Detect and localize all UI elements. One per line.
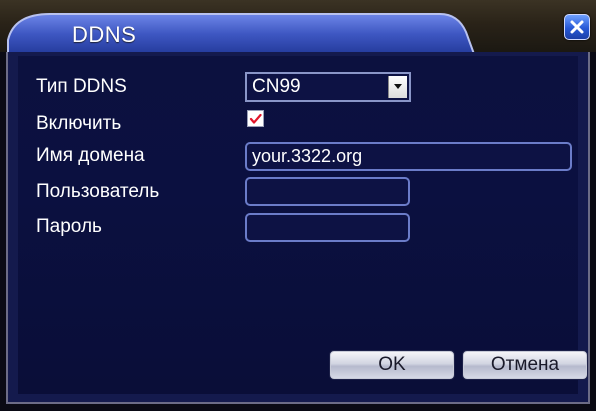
enable-checkbox[interactable] — [247, 110, 264, 127]
ddns-type-label: Тип DDNS — [36, 76, 127, 97]
ok-button[interactable]: OK — [330, 351, 454, 379]
user-input[interactable] — [245, 177, 410, 206]
ddns-window: DDNS Тип DDNS Включить Имя домена Пользо… — [0, 0, 596, 411]
window-title: DDNS — [72, 22, 137, 47]
domain-name-input[interactable]: your.3322.org — [245, 142, 572, 171]
password-input[interactable] — [245, 213, 410, 242]
checkmark-icon — [249, 113, 262, 124]
ddns-type-select[interactable]: CN99 — [245, 72, 411, 102]
close-button[interactable] — [564, 14, 590, 40]
close-icon — [570, 20, 584, 34]
chevron-down-icon — [394, 84, 402, 89]
user-label: Пользователь — [36, 181, 160, 202]
enable-label: Включить — [36, 113, 122, 134]
domain-name-label: Имя домена — [36, 145, 145, 166]
title-tab: DDNS — [6, 10, 476, 54]
dropdown-button[interactable] — [388, 76, 407, 98]
password-label: Пароль — [36, 216, 102, 237]
ddns-type-value: CN99 — [252, 76, 301, 97]
cancel-button[interactable]: Отмена — [463, 351, 587, 379]
